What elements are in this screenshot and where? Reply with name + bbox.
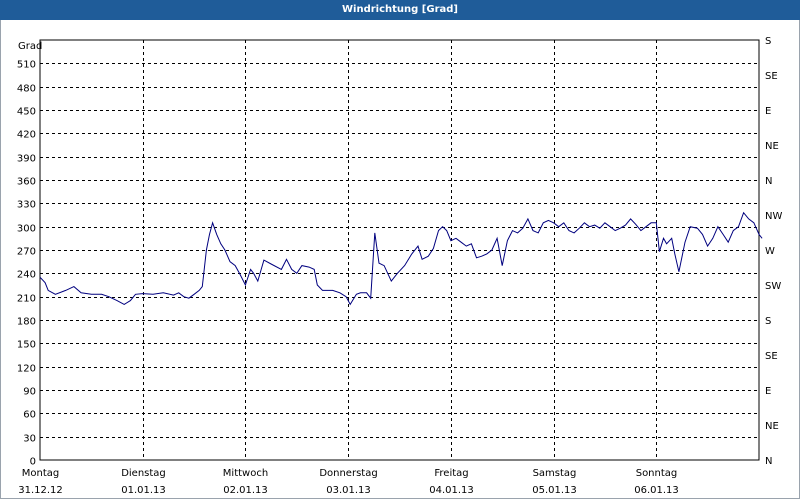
y2-tick-label: S xyxy=(765,316,771,327)
y2-tick-label: NW xyxy=(765,211,782,222)
x-tick-day-label: Freitag xyxy=(434,468,468,479)
y2-tick-label: N xyxy=(765,176,772,187)
y-tick-label: 360 xyxy=(17,177,36,188)
x-tick-day-label: Mittwoch xyxy=(223,468,268,479)
x-tick-day-label: Montag xyxy=(22,468,59,479)
y-tick-label: 150 xyxy=(17,340,36,351)
y-tick-label: 60 xyxy=(23,410,36,421)
x-tick-date-label: 03.01.13 xyxy=(326,485,371,496)
x-tick-day-label: Samstag xyxy=(533,468,577,479)
y-tick-label: 210 xyxy=(17,294,36,305)
y2-axis-ticks: N NE E SE S SW W NW N NE E SE S xyxy=(765,36,782,467)
y-tick-label: 450 xyxy=(17,107,36,118)
y-tick-label: 180 xyxy=(17,317,36,328)
y2-tick-label: NE xyxy=(765,421,779,432)
y-tick-label: 300 xyxy=(17,224,36,235)
line-chart: 0 30 60 90 120 150 180 210 240 270 300 330 360 390 420… xyxy=(17,36,783,496)
x-tick-date-label: 01.01.13 xyxy=(121,485,166,496)
y2-tick-label: E xyxy=(765,386,771,397)
y2-tick-label: SW xyxy=(765,281,781,292)
y2-tick-label: S xyxy=(765,36,771,47)
x-tick-day-label: Donnerstag xyxy=(319,468,377,479)
x-tick-date-label: 31.12.12 xyxy=(18,485,63,496)
grid-lines xyxy=(40,40,759,460)
y-tick-label: 330 xyxy=(17,200,36,211)
x-axis-ticks: Montag 31.12.12 Dienstag 01.01.13 Mittwoch 02… xyxy=(18,468,679,496)
y2-tick-label: NE xyxy=(765,141,779,152)
y-tick-label: 240 xyxy=(17,270,36,281)
x-tick-date-label: 06.01.13 xyxy=(634,485,679,496)
series-line xyxy=(39,211,763,306)
y2-tick-label: W xyxy=(765,246,775,257)
y-tick-label: 120 xyxy=(17,364,36,375)
y-tick-label: 270 xyxy=(17,247,36,258)
x-tick-day-label: Sonntag xyxy=(636,468,678,479)
x-tick-date-label: 02.01.13 xyxy=(223,485,268,496)
x-tick-day-label: Dienstag xyxy=(121,468,166,479)
y-axis-label: Grad xyxy=(18,41,42,52)
y2-tick-label: SE xyxy=(765,71,778,82)
y-tick-label: 390 xyxy=(17,154,36,165)
y-tick-label: 90 xyxy=(23,387,36,398)
y-tick-label: 0 xyxy=(30,457,36,468)
y-tick-label: 480 xyxy=(17,84,36,95)
y-tick-label: 510 xyxy=(17,60,36,71)
y2-tick-label: SE xyxy=(765,351,778,362)
x-tick-date-label: 05.01.13 xyxy=(532,485,577,496)
y2-tick-label: N xyxy=(765,456,772,467)
y-tick-label: 30 xyxy=(23,434,36,445)
y-tick-label: 420 xyxy=(17,130,36,141)
y2-tick-label: E xyxy=(765,106,771,117)
y-axis-ticks: 0 30 60 90 120 150 180 210 240 270 300 330 360 390 420… xyxy=(17,60,36,468)
plot-area xyxy=(39,39,760,461)
x-tick-date-label: 04.01.13 xyxy=(429,485,474,496)
